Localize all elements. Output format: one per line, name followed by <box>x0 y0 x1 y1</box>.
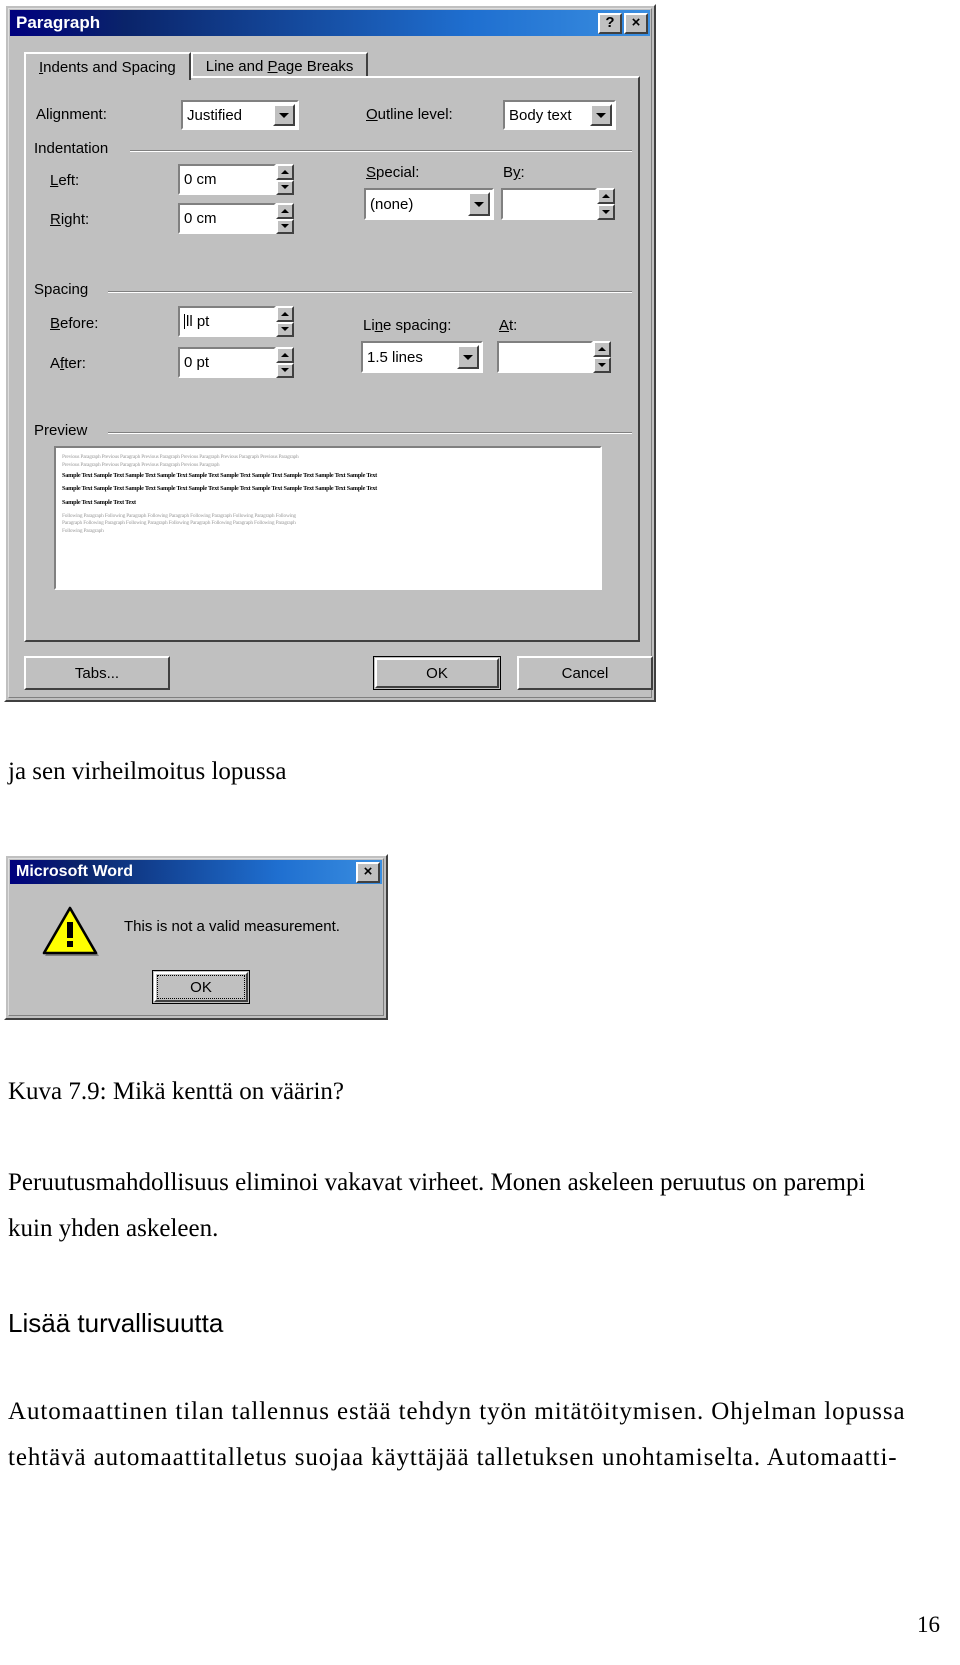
spinner-up-icon[interactable] <box>276 347 294 363</box>
preview-following-line: Paragraph Following Paragraph Following … <box>62 520 296 527</box>
paragraph-dialog: Paragraph ? × Indents and Spacing Line a… <box>4 4 656 702</box>
chevron-down-icon[interactable] <box>457 345 479 369</box>
tab-line-and-page-breaks[interactable]: Line and Page Breaks <box>190 52 369 78</box>
at-spinner[interactable] <box>593 341 611 373</box>
by-field[interactable] <box>501 188 597 220</box>
paragraph-1-line-1: Peruutusmahdollisuus eliminoi vakavat vi… <box>8 1169 866 1196</box>
paragraph-2-line-2: tehtävä automaattitalletus suojaa käyttä… <box>8 1444 898 1471</box>
ok-button-label: OK <box>426 664 448 682</box>
spinner-down-icon[interactable] <box>593 357 611 373</box>
spinner-down-icon[interactable] <box>276 218 294 234</box>
line-spacing-combo[interactable]: 1.5 lines <box>361 341 483 373</box>
spacing-group-label: Spacing <box>34 281 89 298</box>
spinner-up-icon[interactable] <box>276 164 294 180</box>
at-label: At: <box>499 317 518 334</box>
outline-level-value: Body text <box>509 106 572 124</box>
chevron-down-icon[interactable] <box>273 104 295 126</box>
section-heading: Lisää turvallisuutta <box>8 1308 224 1338</box>
indent-right-field[interactable]: 0 cm <box>178 203 276 234</box>
caption-above-dialog: ja sen virheilmoitus lopussa <box>8 758 287 785</box>
word-message-dialog: Microsoft Word × This is not a valid mea… <box>4 854 388 1020</box>
special-label: Special: <box>366 164 420 181</box>
figure-caption: Kuva 7.9: Mikä kenttä on väärin? <box>8 1078 345 1105</box>
text-caret <box>184 314 185 329</box>
spinner-up-icon[interactable] <box>276 203 294 219</box>
word-dialog-titlebar[interactable]: Microsoft Word × <box>10 860 382 884</box>
preview-sample-line: Sample Text Sample Text Text <box>62 498 136 506</box>
indentation-group-label: Indentation <box>34 140 109 157</box>
spinner-down-icon[interactable] <box>276 321 294 337</box>
close-icon[interactable]: × <box>356 861 380 883</box>
line-spacing-label: Line spacing: <box>363 317 452 334</box>
indent-right-label: Right: <box>50 211 90 228</box>
preview-group-label: Preview <box>34 422 88 439</box>
paragraph-dialog-title: Paragraph <box>16 13 101 32</box>
tab-indents-and-spacing-label: ndents and Spacing <box>43 58 176 76</box>
page-number: 16 <box>917 1612 940 1637</box>
indent-left-value: 0 cm <box>184 171 217 188</box>
by-label: By: <box>503 164 525 181</box>
indent-right-spinner[interactable] <box>276 203 294 234</box>
spinner-up-icon[interactable] <box>276 306 294 322</box>
preview-sample-line: Sample Text Sample Text Sample Text Samp… <box>62 472 378 480</box>
preview-following-line: Following Paragraph <box>62 527 104 534</box>
cancel-button[interactable]: Cancel <box>517 656 653 690</box>
close-icon[interactable]: × <box>624 12 648 34</box>
spinner-down-icon[interactable] <box>597 204 615 220</box>
word-dialog-message: This is not a valid measurement. <box>124 918 340 935</box>
spinner-down-icon[interactable] <box>276 179 294 195</box>
paragraph-2-line-1: Automaattinen tilan tallennus estää tehd… <box>8 1398 906 1425</box>
alignment-label: Alignment: <box>36 106 107 123</box>
tabstrip: Indents and Spacing Line and Page Breaks <box>24 52 640 80</box>
special-value: (none) <box>370 195 414 213</box>
spacing-after-spinner[interactable] <box>276 347 294 378</box>
paragraph-dialog-titlebar[interactable]: Paragraph ? × <box>10 10 650 36</box>
spacing-after-value: 0 pt <box>184 354 210 371</box>
tabs-button[interactable]: Tabs... <box>24 656 170 690</box>
ok-button[interactable]: OK <box>373 656 501 690</box>
paragraph-1-line-2: kuin yhden askeleen. <box>8 1215 219 1242</box>
spacing-before-label: Before: <box>50 315 99 332</box>
tab-indents-and-spacing[interactable]: Indents and Spacing <box>24 52 191 80</box>
word-ok-button-label: OK <box>190 978 212 996</box>
indent-right-value: 0 cm <box>184 210 217 227</box>
outline-level-combo[interactable]: Body text <box>503 100 616 130</box>
indent-left-field[interactable]: 0 cm <box>178 164 276 195</box>
preview-group-rule <box>108 432 632 434</box>
spacing-after-field[interactable]: 0 pt <box>178 347 276 378</box>
spacing-before-value: ll pt <box>186 313 210 330</box>
chevron-down-icon[interactable] <box>468 192 490 216</box>
spinner-up-icon[interactable] <box>597 188 615 204</box>
preview-previous-line: Previous Paragraph Previous Paragraph Pr… <box>62 461 220 468</box>
by-spinner[interactable] <box>597 188 615 220</box>
spinner-up-icon[interactable] <box>593 341 611 357</box>
chevron-down-icon[interactable] <box>590 104 612 126</box>
outline-level-label: Outline level: <box>366 106 453 123</box>
word-ok-button[interactable]: OK <box>152 970 250 1004</box>
preview-sample-line: Sample Text Sample Text Sample Text Samp… <box>62 485 378 493</box>
help-button[interactable]: ? <box>598 12 622 34</box>
spinner-down-icon[interactable] <box>276 362 294 378</box>
indent-left-spinner[interactable] <box>276 164 294 195</box>
indentation-group-rule <box>130 150 632 152</box>
alignment-value: Justified <box>187 106 243 124</box>
tab-page-indents-and-spacing: Alignment: Justified Outline level: Body… <box>24 76 640 642</box>
alignment-combo[interactable]: Justified <box>181 100 299 130</box>
spacing-before-spinner[interactable] <box>276 306 294 337</box>
warning-triangle-icon <box>42 904 100 958</box>
special-combo[interactable]: (none) <box>364 188 494 220</box>
at-field[interactable] <box>497 341 593 373</box>
line-spacing-value: 1.5 lines <box>367 348 423 366</box>
preview-following-line: Following Paragraph Following Paragraph … <box>62 512 296 519</box>
spacing-before-field[interactable]: ll pt <box>178 306 276 337</box>
word-dialog-title: Microsoft Word <box>16 863 134 880</box>
indent-left-label: Left: <box>50 172 80 189</box>
preview-previous-line: Previous Paragraph Previous Paragraph Pr… <box>62 454 299 460</box>
spacing-group-rule <box>108 291 632 293</box>
paragraph-preview: Previous Paragraph Previous Paragraph Pr… <box>54 446 602 590</box>
spacing-after-label: After: <box>50 355 86 372</box>
